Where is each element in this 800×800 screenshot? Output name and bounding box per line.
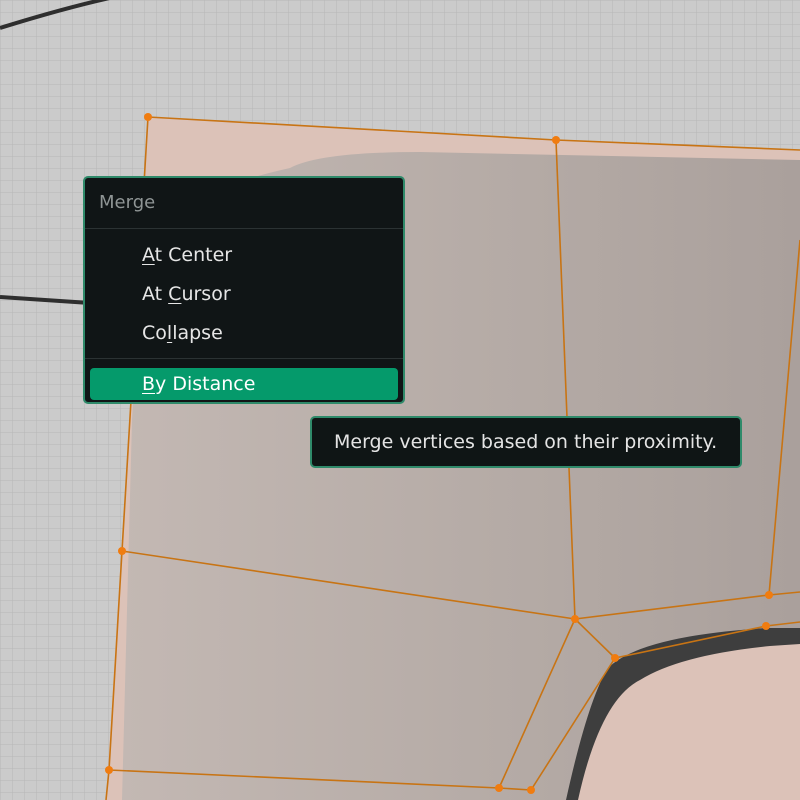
menu-item-by-distance[interactable]: By Distance (90, 368, 398, 400)
vertex (144, 113, 152, 121)
vertex (527, 786, 535, 794)
menu-separator (85, 358, 403, 359)
vertex (611, 654, 619, 662)
menu-item-at-cursor[interactable]: At Cursor (90, 278, 398, 310)
menu-item-label-pre: At (142, 283, 169, 305)
vertex (762, 622, 770, 630)
menu-item-mnemonic: B (142, 373, 156, 395)
menu-title: Merge (99, 192, 156, 213)
vertex (118, 547, 126, 555)
menu-item-label-post: ursor (181, 283, 231, 305)
vertex (765, 591, 773, 599)
menu-item-label-post: t Center (154, 244, 233, 266)
vertex (571, 615, 579, 623)
menu-item-label-post: y Distance (155, 373, 256, 395)
menu-separator (85, 228, 403, 229)
tooltip: Merge vertices based on their proximity. (310, 416, 742, 468)
menu-item-label-pre: Co (142, 322, 167, 344)
menu-item-collapse[interactable]: Collapse (90, 317, 398, 349)
vertex (552, 136, 560, 144)
menu-item-label-post: lapse (172, 322, 223, 344)
menu-item-mnemonic: A (142, 244, 155, 266)
merge-menu: Merge At Center At Cursor Collapse By Di… (83, 176, 405, 404)
menu-item-at-center[interactable]: At Center (90, 239, 398, 271)
vertex (495, 784, 503, 792)
menu-item-mnemonic: C (168, 283, 182, 305)
vertex (105, 766, 113, 774)
